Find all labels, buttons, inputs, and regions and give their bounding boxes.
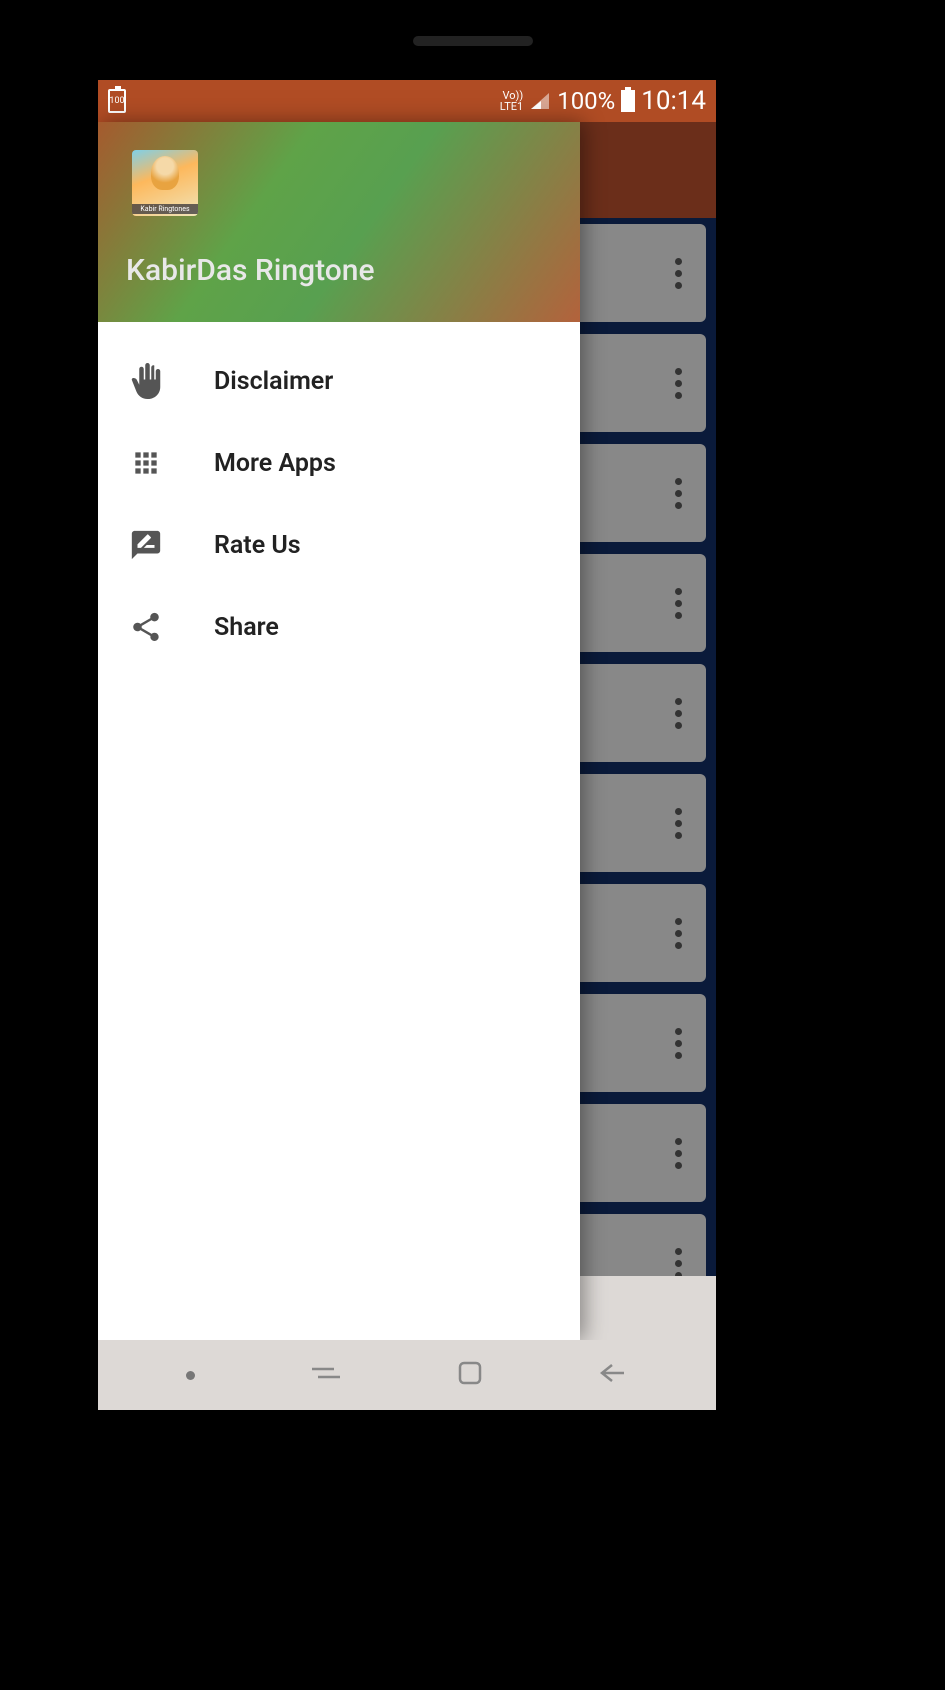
drawer-title: KabirDas Ringtone (126, 253, 552, 288)
menu-label: Rate Us (214, 531, 301, 560)
share-icon (126, 610, 166, 644)
nav-dot-icon[interactable] (186, 1371, 195, 1380)
menu-item-more-apps[interactable]: More Apps (98, 422, 580, 504)
rate-icon (126, 528, 166, 562)
hand-icon (126, 363, 166, 399)
nav-recents-icon[interactable] (310, 1363, 342, 1387)
more-icon[interactable] (675, 258, 682, 289)
menu-item-disclaimer[interactable]: Disclaimer (98, 340, 580, 422)
app-icon: Kabir Ringtones (132, 150, 198, 216)
nav-drawer: Kabir Ringtones KabirDas Ringtone Discla… (98, 122, 580, 1340)
menu-item-share[interactable]: Share (98, 586, 580, 668)
lte-indicator: Vo)) LTE1 (500, 90, 523, 112)
menu-label: More Apps (214, 449, 336, 478)
more-icon[interactable] (675, 588, 682, 619)
status-time: 10:14 (641, 86, 706, 116)
nav-home-icon[interactable] (457, 1360, 483, 1390)
grid-icon (126, 447, 166, 479)
battery-small-icon: 100 (108, 89, 126, 113)
drawer-header: Kabir Ringtones KabirDas Ringtone (98, 122, 580, 322)
battery-icon (621, 90, 635, 112)
more-icon[interactable] (675, 698, 682, 729)
more-icon[interactable] (675, 918, 682, 949)
more-icon[interactable] (675, 1028, 682, 1059)
menu-label: Disclaimer (214, 367, 333, 396)
more-icon[interactable] (675, 1138, 682, 1169)
more-icon[interactable] (675, 478, 682, 509)
more-icon[interactable] (675, 368, 682, 399)
status-bar: 100 Vo)) LTE1 100% 10:14 (98, 80, 716, 122)
battery-small-text: 100 (109, 96, 124, 106)
device-screen: 100 Vo)) LTE1 100% 10:14 Kabir R (98, 80, 716, 1340)
drawer-menu: Disclaimer More Apps Rate Us Share (98, 322, 580, 1340)
app-icon-caption: Kabir Ringtones (132, 204, 198, 214)
menu-label: Share (214, 613, 279, 642)
more-icon[interactable] (675, 808, 682, 839)
more-icon[interactable] (675, 1248, 682, 1279)
menu-item-rate-us[interactable]: Rate Us (98, 504, 580, 586)
phone-speaker (413, 36, 533, 46)
battery-percent: 100% (557, 87, 615, 115)
nav-back-icon[interactable] (598, 1361, 628, 1389)
system-nav-bar (98, 1340, 716, 1410)
signal-icon (529, 91, 551, 111)
